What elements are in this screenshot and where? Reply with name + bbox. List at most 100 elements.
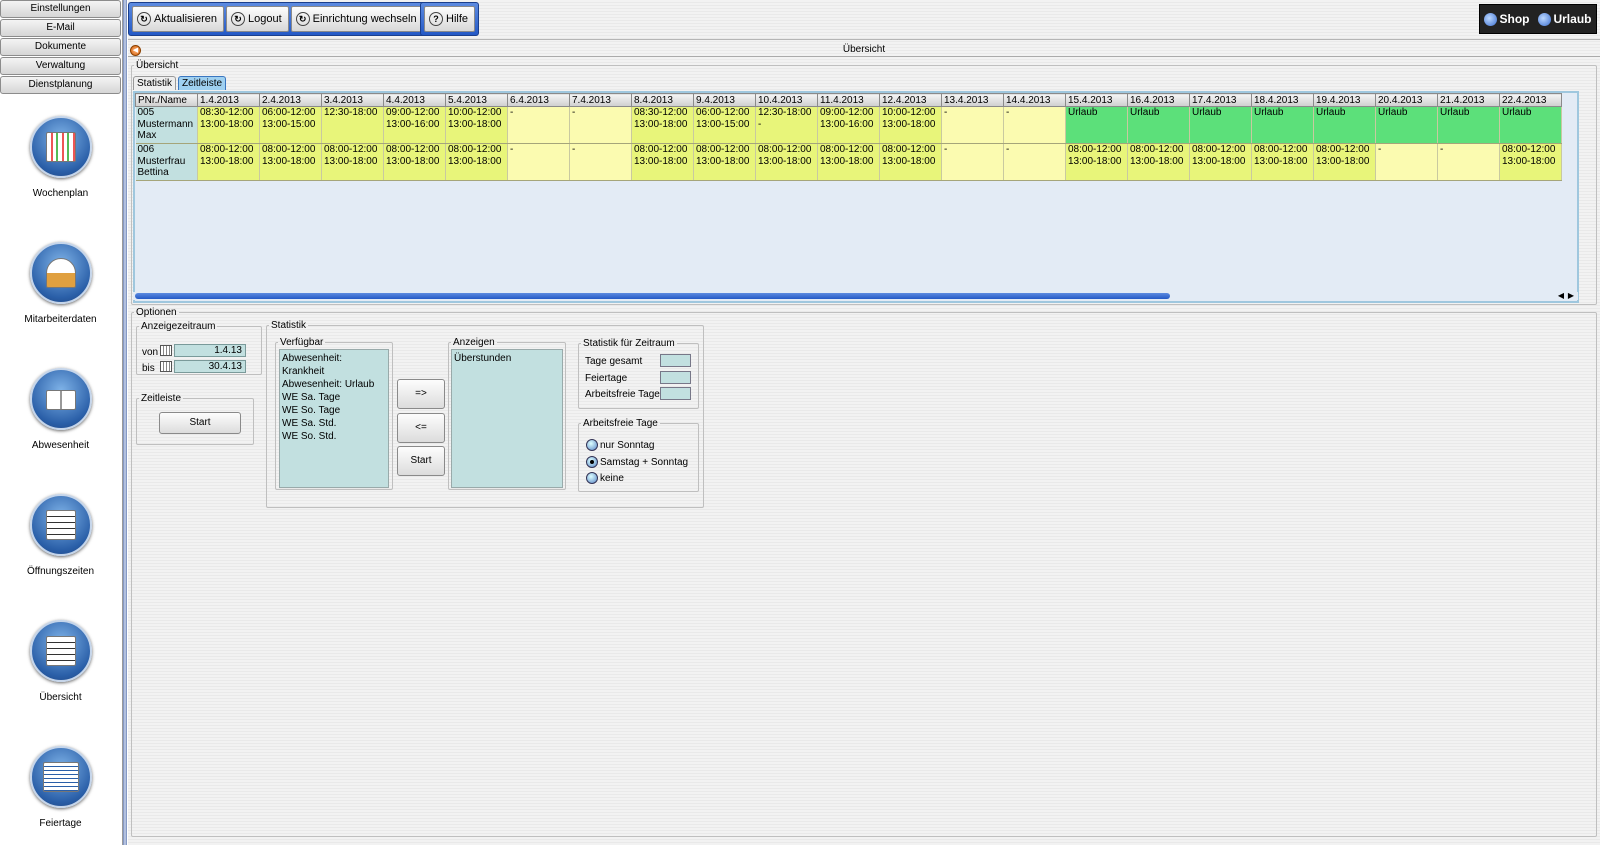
employees-icon[interactable] bbox=[29, 242, 92, 304]
remove-from-shown-button[interactable]: <= bbox=[397, 413, 445, 443]
table-row[interactable]: 005 Mustermann Max 08:30-12:00 13:00-18:0… bbox=[135, 106, 1562, 144]
tab-zeitleiste[interactable]: Zeitleiste bbox=[178, 76, 227, 90]
schedule-cell[interactable]: 10:00-12:00 13:00-18:00 bbox=[879, 106, 942, 144]
list-item[interactable]: WE So. Std. bbox=[282, 430, 386, 443]
module-feiertage[interactable]: Feiertage bbox=[0, 746, 121, 829]
schedule-cell[interactable]: 08:30-12:00 13:00-18:00 bbox=[631, 106, 694, 144]
schedule-cell[interactable]: 08:00-12:00 13:00-18:00 bbox=[817, 143, 880, 181]
sidebar-tab-dokumente[interactable]: Dokumente bbox=[0, 38, 121, 56]
book-icon[interactable] bbox=[29, 368, 92, 430]
calendar-picker-icon[interactable] bbox=[160, 361, 172, 372]
schedule-cell[interactable]: - bbox=[569, 106, 632, 144]
column-header-date[interactable]: 21.4.2013 bbox=[1437, 93, 1500, 107]
sidebar-tab-email[interactable]: E-Mail bbox=[0, 19, 121, 37]
statistics-start-button[interactable]: Start bbox=[397, 446, 445, 476]
column-header-date[interactable]: 13.4.2013 bbox=[941, 93, 1004, 107]
column-header-date[interactable]: 1.4.2013 bbox=[197, 93, 260, 107]
calendar-icon[interactable] bbox=[29, 116, 92, 178]
column-header-date[interactable]: 2.4.2013 bbox=[259, 93, 322, 107]
column-header-date[interactable]: 8.4.2013 bbox=[631, 93, 694, 107]
sidebar-tab-verwaltung[interactable]: Verwaltung bbox=[0, 57, 121, 75]
shown-list[interactable]: Überstunden bbox=[451, 349, 563, 488]
table-icon[interactable] bbox=[29, 746, 92, 808]
schedule-cell[interactable]: - bbox=[1375, 143, 1438, 181]
schedule-cell[interactable]: - bbox=[941, 143, 1004, 181]
schedule-cell[interactable]: 08:00-12:00 13:00-18:00 bbox=[1189, 143, 1252, 181]
column-header-date[interactable]: 16.4.2013 bbox=[1127, 93, 1190, 107]
schedule-cell[interactable]: 08:00-12:00 13:00-18:00 bbox=[1065, 143, 1128, 181]
column-header-date[interactable]: 10.4.2013 bbox=[755, 93, 818, 107]
schedule-cell[interactable]: 08:00-12:00 13:00-18:00 bbox=[1499, 143, 1562, 181]
schedule-cell[interactable]: Urlaub bbox=[1437, 106, 1500, 144]
schedule-cell[interactable]: 06:00-12:00 13:00-15:00 bbox=[693, 106, 756, 144]
schedule-cell[interactable]: Urlaub bbox=[1375, 106, 1438, 144]
column-header-date[interactable]: 6.4.2013 bbox=[507, 93, 570, 107]
shop-link[interactable]: Shop bbox=[1484, 12, 1529, 27]
list-item[interactable]: Überstunden bbox=[454, 352, 560, 365]
scroll-left-icon[interactable]: ◀ bbox=[1558, 291, 1564, 300]
schedule-cell[interactable]: 08:00-12:00 13:00-18:00 bbox=[631, 143, 694, 181]
radio-none[interactable] bbox=[586, 472, 598, 484]
schedule-cell[interactable]: 12:30-18:00 - bbox=[755, 106, 818, 144]
schedule-cell[interactable]: 08:00-12:00 13:00-18:00 bbox=[321, 143, 384, 181]
column-header-date[interactable]: 22.4.2013 bbox=[1499, 93, 1562, 107]
module-wochenplan[interactable]: Wochenplan bbox=[0, 116, 121, 199]
schedule-cell[interactable]: 08:30-12:00 13:00-18:00 bbox=[197, 106, 260, 144]
clipboard-icon[interactable] bbox=[29, 494, 92, 556]
schedule-cell[interactable]: - bbox=[1437, 143, 1500, 181]
sidebar-tab-einstellungen[interactable]: Einstellungen bbox=[0, 0, 121, 18]
column-header-date[interactable]: 4.4.2013 bbox=[383, 93, 446, 107]
module-abwesenheit[interactable]: Abwesenheit bbox=[0, 368, 121, 451]
free-days-field[interactable] bbox=[660, 387, 691, 400]
schedule-cell[interactable]: 10:00-12:00 13:00-18:00 bbox=[445, 106, 508, 144]
table-row[interactable]: 006 Musterfrau Bettina 08:00-12:00 13:00-… bbox=[135, 143, 1562, 181]
list-item[interactable]: WE Sa. Tage bbox=[282, 391, 386, 404]
employee-cell[interactable]: 005 Mustermann Max bbox=[135, 106, 198, 144]
column-header-date[interactable]: 5.4.2013 bbox=[445, 93, 508, 107]
schedule-cell[interactable]: 08:00-12:00 13:00-18:00 bbox=[259, 143, 322, 181]
holidays-field[interactable] bbox=[660, 371, 691, 384]
schedule-cell[interactable]: 08:00-12:00 13:00-18:00 bbox=[383, 143, 446, 181]
urlaub-link[interactable]: Urlaub bbox=[1538, 12, 1591, 27]
schedule-cell[interactable]: 08:00-12:00 13:00-18:00 bbox=[1127, 143, 1190, 181]
sidebar-divider[interactable] bbox=[123, 0, 127, 845]
schedule-cell[interactable]: Urlaub bbox=[1189, 106, 1252, 144]
timeline-start-button[interactable]: Start bbox=[159, 412, 241, 434]
column-header-date[interactable]: 9.4.2013 bbox=[693, 93, 756, 107]
column-header-date[interactable]: 12.4.2013 bbox=[879, 93, 942, 107]
schedule-cell[interactable]: - bbox=[1003, 143, 1066, 181]
schedule-cell[interactable]: Urlaub bbox=[1127, 106, 1190, 144]
schedule-cell[interactable]: Urlaub bbox=[1251, 106, 1314, 144]
column-header-date[interactable]: 20.4.2013 bbox=[1375, 93, 1438, 107]
schedule-cell[interactable]: Urlaub bbox=[1499, 106, 1562, 144]
schedule-cell[interactable]: 12:30-18:00 bbox=[321, 106, 384, 144]
schedule-cell[interactable]: - bbox=[941, 106, 1004, 144]
checklist-icon[interactable] bbox=[29, 620, 92, 682]
schedule-cell[interactable]: - bbox=[507, 106, 570, 144]
schedule-cell[interactable]: 08:00-12:00 13:00-18:00 bbox=[445, 143, 508, 181]
schedule-cell[interactable]: Urlaub bbox=[1065, 106, 1128, 144]
schedule-cell[interactable]: 08:00-12:00 13:00-18:00 bbox=[693, 143, 756, 181]
calendar-picker-icon[interactable] bbox=[160, 345, 172, 356]
switch-facility-button[interactable]: ↻ Einrichtung wechseln bbox=[290, 6, 424, 32]
column-header-date[interactable]: 19.4.2013 bbox=[1313, 93, 1376, 107]
add-to-shown-button[interactable]: => bbox=[397, 379, 445, 409]
column-header-date[interactable]: 15.4.2013 bbox=[1065, 93, 1128, 107]
column-header-date[interactable]: 3.4.2013 bbox=[321, 93, 384, 107]
column-header-date[interactable]: 11.4.2013 bbox=[817, 93, 880, 107]
employee-cell[interactable]: 006 Musterfrau Bettina bbox=[135, 143, 198, 181]
list-item[interactable]: WE Sa. Std. bbox=[282, 417, 386, 430]
list-item[interactable]: WE So. Tage bbox=[282, 404, 386, 417]
available-list[interactable]: Abwesenheit: Krankheit Abwesenheit: Urla… bbox=[279, 349, 389, 488]
to-date-input[interactable]: 30.4.13 bbox=[174, 360, 246, 373]
module-mitarbeiterdaten[interactable]: Mitarbeiterdaten bbox=[0, 242, 121, 325]
column-header-date[interactable]: 7.4.2013 bbox=[569, 93, 632, 107]
from-date-input[interactable]: 1.4.13 bbox=[174, 344, 246, 357]
logout-button[interactable]: ↻ Logout bbox=[225, 6, 289, 32]
refresh-button[interactable]: ↻ Aktualisieren bbox=[132, 6, 224, 32]
schedule-cell[interactable]: 08:00-12:00 13:00-18:00 bbox=[879, 143, 942, 181]
list-item[interactable]: Abwesenheit: Urlaub bbox=[282, 378, 386, 391]
schedule-cell[interactable]: 08:00-12:00 13:00-18:00 bbox=[197, 143, 260, 181]
scrollbar-thumb[interactable] bbox=[135, 293, 1170, 299]
schedule-cell[interactable]: 09:00-12:00 13:00-16:00 bbox=[383, 106, 446, 144]
